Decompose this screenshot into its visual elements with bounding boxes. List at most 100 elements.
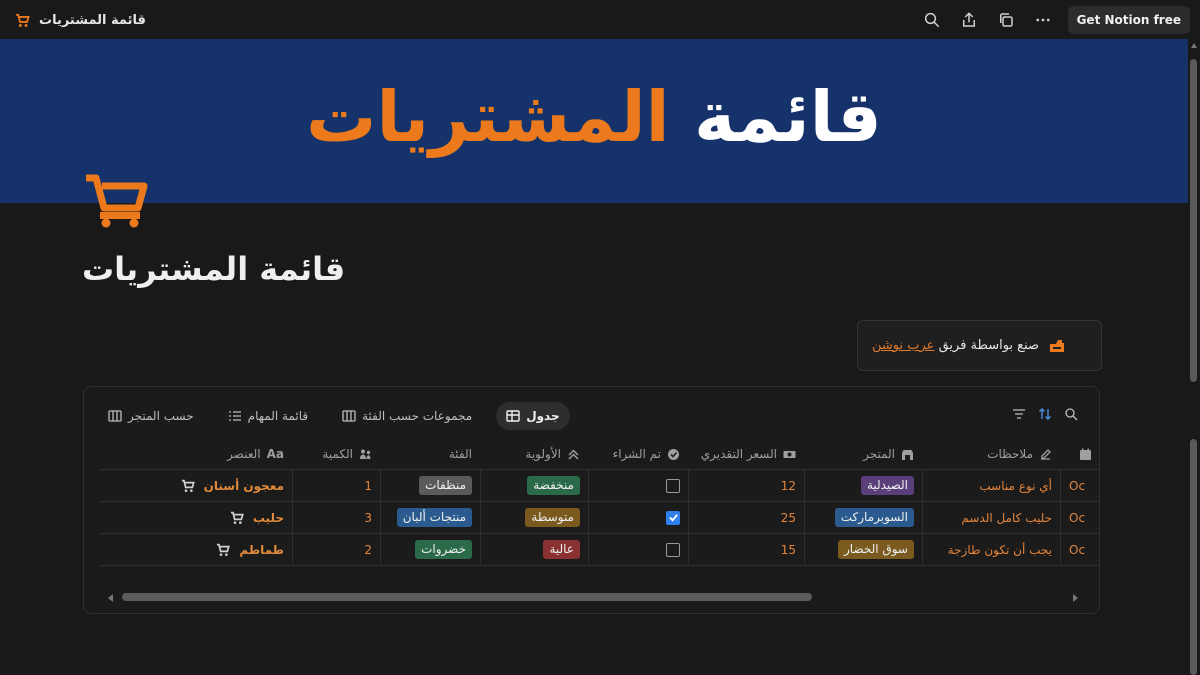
checkbox-checked[interactable] — [666, 510, 680, 525]
cell-notes[interactable]: حليب كامل الدسم — [922, 502, 1060, 533]
category-tag: منظفات — [419, 476, 472, 495]
header-notes[interactable]: ملاحظات — [922, 439, 1060, 469]
search-icon[interactable] — [1064, 407, 1078, 421]
priority-tag: عالية — [543, 540, 580, 559]
banner-word-orange: المشتريات — [306, 76, 670, 158]
cell-price[interactable]: 15 — [688, 534, 804, 565]
breadcrumb-title: قائمة المشتريات — [39, 12, 146, 28]
cell-category[interactable]: منظفات — [380, 470, 480, 501]
header-date[interactable] — [1060, 439, 1099, 469]
text-type-icon: Aa — [266, 447, 284, 461]
checkmark-circle-icon — [668, 448, 679, 460]
cell-quantity[interactable]: 1 — [292, 470, 380, 501]
header-price[interactable]: السعر التقديري — [688, 439, 804, 469]
header-store[interactable]: المتجر — [804, 439, 922, 469]
scroll-right-arrow[interactable] — [1073, 594, 1078, 602]
cell-item[interactable]: معجون أسنان — [100, 470, 292, 501]
duplicate-button[interactable] — [990, 7, 1023, 34]
cell-quantity[interactable]: 2 — [292, 534, 380, 565]
cell-bought[interactable] — [588, 534, 688, 565]
calendar-icon — [1080, 448, 1091, 460]
tab-by-store[interactable]: حسب المتجر — [98, 402, 204, 430]
store-tag: سوق الخضار — [838, 540, 914, 559]
share-button[interactable] — [953, 7, 986, 34]
cell-date[interactable]: Oc — [1060, 534, 1099, 565]
cell-price[interactable]: 25 — [688, 502, 804, 533]
cell-category[interactable]: خضروات — [380, 534, 480, 565]
table-row[interactable]: Oc يجب أن تكون طازجة سوق الخضار 15 عالية… — [100, 534, 1099, 566]
cart-icon — [181, 479, 195, 492]
cell-date[interactable]: Oc — [1060, 502, 1099, 533]
view-tabs: جدول مجموعات حسب الفئة قائمة المهام حسب … — [98, 402, 570, 430]
breadcrumb[interactable]: قائمة المشتريات — [14, 9, 146, 31]
cart-icon — [230, 511, 244, 524]
table-row[interactable]: Oc أي نوع مناسب الصيدلية 12 منخفضة منظفا… — [100, 470, 1099, 502]
cell-bought[interactable] — [588, 470, 688, 501]
page-title: قائمة المشتريات — [82, 250, 346, 288]
category-tag: منتجات ألبان — [396, 508, 472, 527]
banner-word-white: قائمة — [694, 76, 883, 158]
cell-priority[interactable]: منخفضة — [480, 470, 588, 501]
cell-quantity[interactable]: 3 — [292, 502, 380, 533]
cart-icon — [16, 13, 30, 27]
callout-link[interactable]: عرب نوشن — [872, 338, 934, 353]
database-view: جدول مجموعات حسب الفئة قائمة المهام حسب … — [83, 386, 1100, 614]
cell-notes[interactable]: يجب أن تكون طازجة — [922, 534, 1060, 565]
board-icon — [342, 410, 356, 422]
vertical-scrollbar[interactable] — [1188, 39, 1200, 675]
money-icon — [783, 450, 796, 458]
cover-banner: قائمة المشتريات — [0, 39, 1188, 203]
table-header: ملاحظات المتجر السعر التقديري تم الشراء — [100, 439, 1099, 470]
header-item[interactable]: Aa العنصر — [100, 439, 292, 469]
tab-table[interactable]: جدول — [496, 402, 570, 430]
search-button[interactable] — [916, 7, 949, 34]
cart-icon[interactable] — [84, 172, 148, 228]
tab-group-by-category[interactable]: مجموعات حسب الفئة — [332, 402, 482, 430]
tab-task-list[interactable]: قائمة المهام — [218, 402, 318, 430]
filter-icon[interactable] — [1012, 407, 1026, 421]
more-icon — [1036, 18, 1050, 22]
banner-title: قائمة المشتريات — [0, 75, 1188, 159]
cell-item[interactable]: حليب — [100, 502, 292, 533]
cell-bought[interactable] — [588, 502, 688, 533]
get-notion-free-button[interactable]: Get Notion free — [1067, 6, 1190, 34]
cell-item[interactable]: طماطم — [100, 534, 292, 565]
cell-date[interactable]: Oc — [1060, 470, 1099, 501]
header-bought[interactable]: تم الشراء — [588, 439, 688, 469]
store-tag: الصيدلية — [860, 476, 914, 495]
sort-icon[interactable] — [1038, 407, 1052, 421]
board-icon — [108, 410, 122, 422]
duplicate-icon — [1000, 13, 1013, 27]
cell-notes[interactable]: أي نوع مناسب — [922, 470, 1060, 501]
table-icon — [506, 410, 520, 422]
top-bar: قائمة المشتريات Get Notion free — [0, 0, 1200, 39]
checkbox[interactable] — [666, 542, 680, 557]
cart-icon — [217, 543, 231, 556]
cell-store[interactable]: سوق الخضار — [804, 534, 922, 565]
priority-tag: متوسطة — [525, 508, 580, 527]
people-icon — [360, 449, 371, 459]
checkbox[interactable] — [666, 478, 680, 493]
category-tag: خضروات — [415, 540, 472, 559]
edit-icon — [1041, 448, 1051, 460]
cell-price[interactable]: 12 — [688, 470, 804, 501]
cell-priority[interactable]: عالية — [480, 534, 588, 565]
share-icon — [963, 12, 976, 27]
checkmark-icon — [668, 514, 678, 522]
header-quantity[interactable]: الكمية — [292, 439, 380, 469]
cell-store[interactable]: السوبرماركت — [804, 502, 922, 533]
scroll-thumb[interactable] — [122, 593, 812, 601]
arab-notion-logo-icon — [1050, 339, 1065, 352]
list-icon — [228, 411, 241, 421]
more-button[interactable] — [1027, 7, 1060, 34]
header-priority[interactable]: الأولوية — [480, 439, 588, 469]
cell-store[interactable]: الصيدلية — [804, 470, 922, 501]
table-row[interactable]: Oc حليب كامل الدسم السوبرماركت 25 متوسطة… — [100, 502, 1099, 534]
cell-category[interactable]: منتجات ألبان — [380, 502, 480, 533]
cell-priority[interactable]: متوسطة — [480, 502, 588, 533]
header-category[interactable]: الفئة — [380, 439, 480, 469]
horizontal-scrollbar[interactable] — [108, 593, 1078, 602]
scroll-left-arrow[interactable] — [108, 594, 113, 602]
callout-text: صنع بواسطة فريق عرب نوشن — [872, 338, 1040, 353]
priority-tag: منخفضة — [527, 476, 580, 495]
